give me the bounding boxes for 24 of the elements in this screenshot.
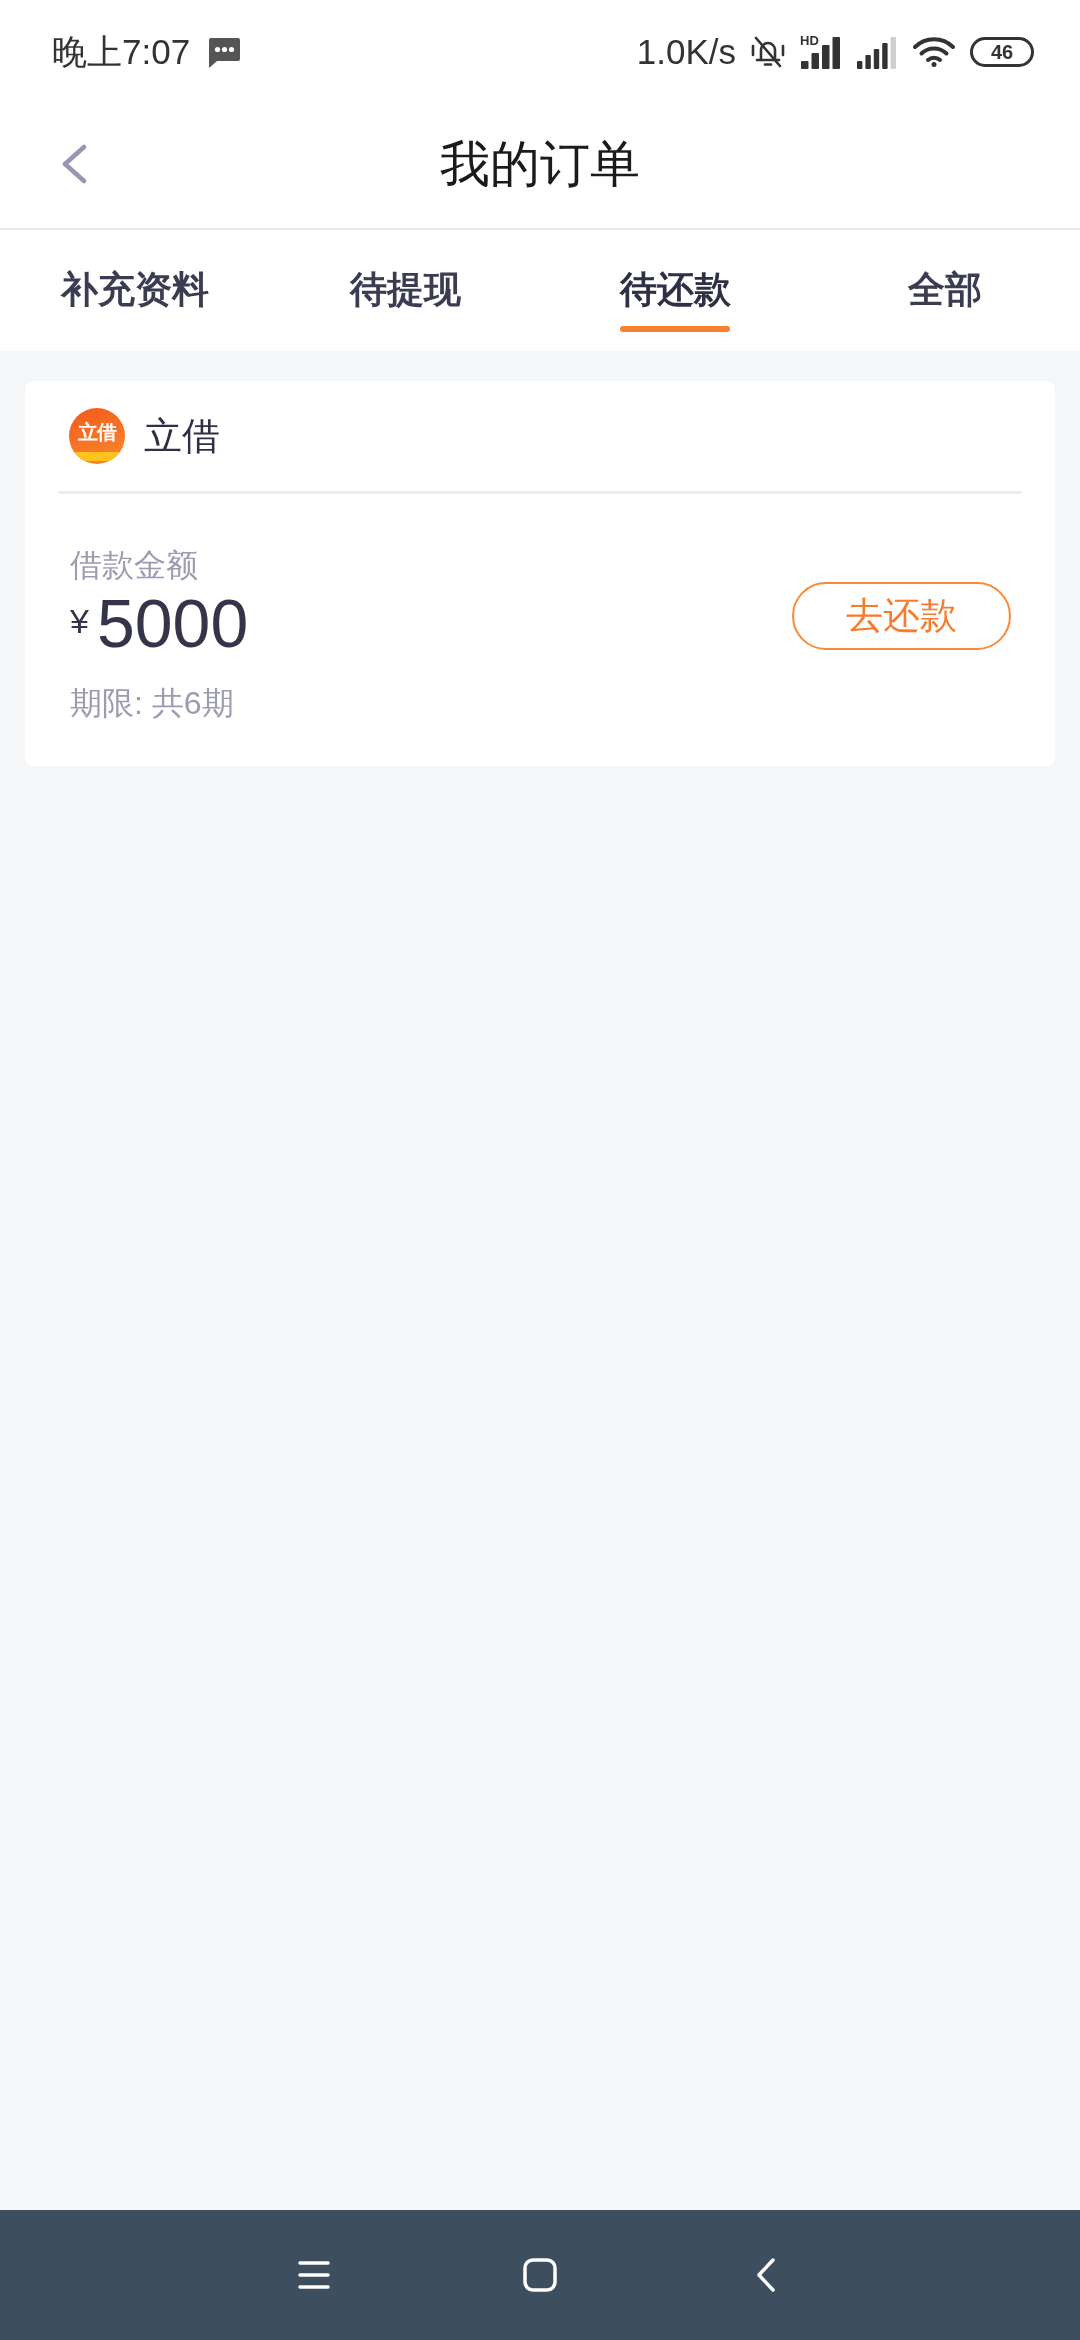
tab[interactable]: 补充资料 bbox=[0, 230, 270, 351]
currency-symbol: ¥ bbox=[70, 601, 89, 641]
signal-icon bbox=[800, 35, 842, 69]
tab[interactable]: 待提现 bbox=[270, 230, 540, 351]
loan-amount: 5000 bbox=[96, 584, 249, 662]
message-icon bbox=[208, 36, 242, 68]
back-icon bbox=[756, 2258, 776, 2292]
battery-indicator: 46 bbox=[970, 37, 1034, 67]
amount-label: 借款金额 bbox=[70, 546, 199, 584]
menu-icon bbox=[298, 2261, 330, 2289]
lender-logo: 立借 bbox=[69, 408, 125, 464]
page-title: 我的订单 bbox=[440, 135, 640, 194]
wifi-icon bbox=[912, 37, 956, 67]
home-icon bbox=[523, 2258, 557, 2292]
status-time: 晚上7:07 bbox=[52, 32, 191, 72]
tab[interactable]: 全部 bbox=[810, 230, 1080, 351]
lender-name: 立借 bbox=[144, 414, 220, 458]
signal-icon bbox=[856, 35, 898, 69]
back-icon bbox=[60, 144, 88, 184]
network-speed: 1.0K/s bbox=[636, 32, 736, 72]
bell-slash-icon bbox=[750, 36, 786, 68]
hd-label: HD bbox=[800, 33, 819, 48]
tab[interactable]: 待还款 bbox=[540, 230, 810, 351]
loan-term: 期限: 共6期 bbox=[70, 684, 235, 722]
